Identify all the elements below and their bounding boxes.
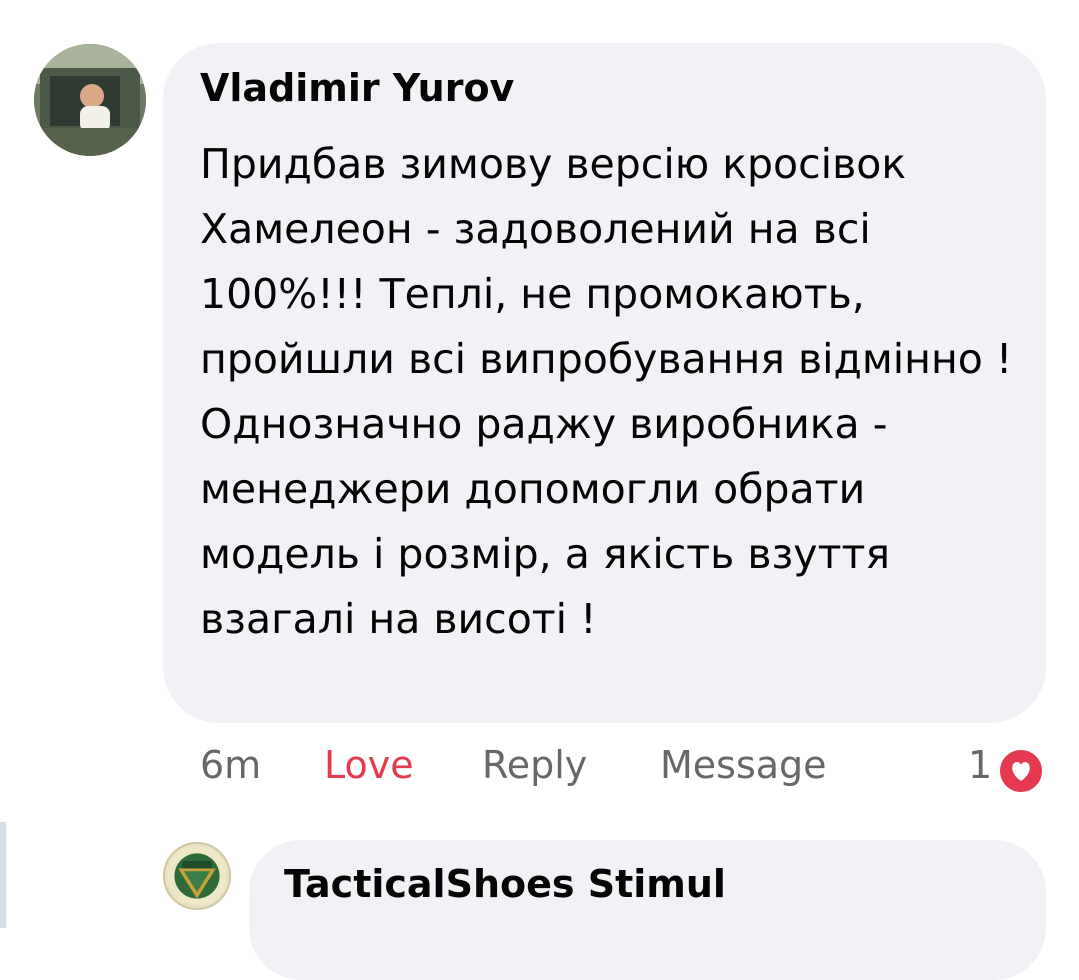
reply-button[interactable]: Reply bbox=[482, 743, 587, 787]
message-button[interactable]: Message bbox=[660, 743, 827, 787]
comment-time[interactable]: 6m bbox=[200, 743, 261, 787]
comment-actions: 6m Love Reply Message 1 bbox=[0, 741, 1079, 797]
brand-logo-icon bbox=[167, 846, 227, 906]
reply-author[interactable]: TacticalShoes Stimul bbox=[284, 862, 726, 906]
user-photo-icon bbox=[34, 44, 146, 156]
comment-author[interactable]: Vladimir Yurov bbox=[200, 66, 514, 110]
comment-text: Придбав зимову версію кросівок Хамелеон … bbox=[200, 140, 1013, 643]
reply-avatar[interactable] bbox=[163, 842, 231, 910]
reaction-count[interactable]: 1 bbox=[968, 743, 992, 787]
heart-love-icon[interactable] bbox=[996, 746, 1046, 796]
comment-avatar[interactable] bbox=[34, 44, 146, 156]
love-button[interactable]: Love bbox=[324, 743, 414, 787]
reply-bubble bbox=[249, 840, 1046, 980]
